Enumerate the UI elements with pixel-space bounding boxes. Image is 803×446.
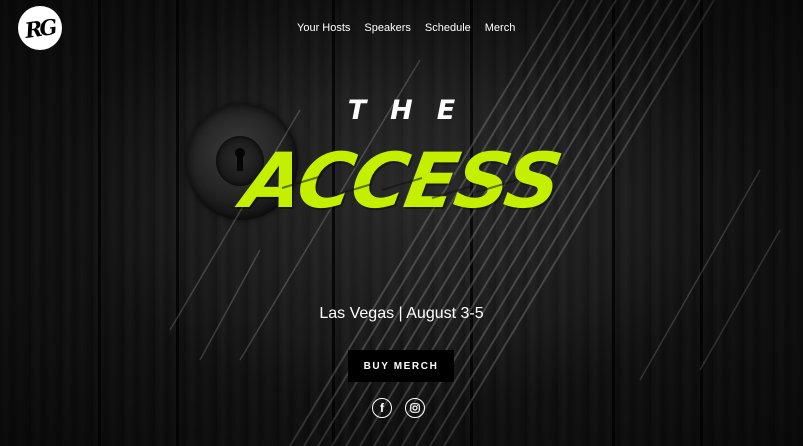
rg-logo[interactable]: RG [18, 6, 62, 50]
social-links: f [372, 398, 425, 418]
nav-schedule[interactable]: Schedule [425, 21, 471, 35]
main-nav: Your Hosts Speakers Schedule Merch [297, 21, 529, 35]
title-main: ACCESS [236, 136, 567, 225]
title-small: THE [347, 95, 480, 126]
nav-your-hosts[interactable]: Your Hosts [297, 21, 350, 35]
event-location-date: Las Vegas | August 3-5 [319, 305, 484, 322]
instagram-icon[interactable] [405, 398, 425, 418]
nav-merch[interactable]: Merch [485, 21, 516, 35]
logo-text: RG [23, 13, 57, 43]
buy-merch-button[interactable]: BUY MERCH [348, 350, 454, 382]
facebook-icon[interactable]: f [372, 398, 392, 418]
nav-speakers[interactable]: Speakers [364, 21, 410, 35]
